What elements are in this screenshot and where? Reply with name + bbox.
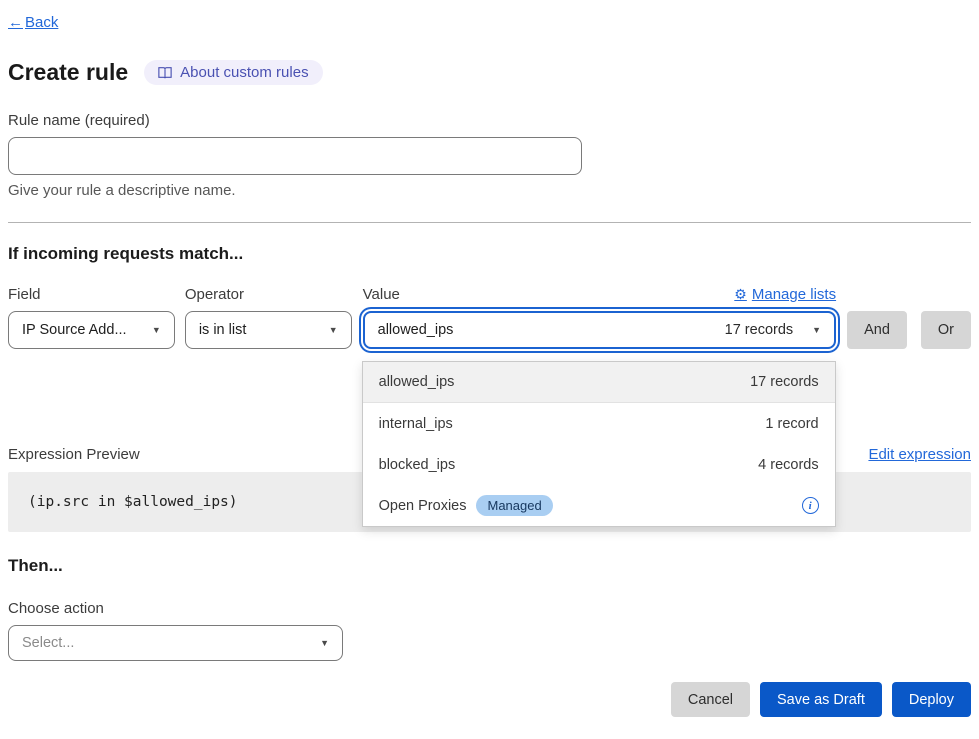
operator-select[interactable]: is in list ▼ <box>185 311 352 349</box>
expression-preview-label: Expression Preview <box>8 446 140 463</box>
action-select[interactable]: Select... ▼ <box>8 625 343 661</box>
about-badge-label: About custom rules <box>180 64 308 81</box>
field-select-value: IP Source Add... <box>22 322 127 338</box>
then-section-heading: Then... <box>8 556 971 576</box>
title-row: Create rule About custom rules <box>8 59 971 86</box>
choose-action-label: Choose action <box>8 600 971 617</box>
gear-icon: ⚙ <box>734 286 747 303</box>
page-title: Create rule <box>8 59 128 86</box>
manage-lists-link[interactable]: ⚙ Manage lists <box>734 286 836 303</box>
match-section-heading: If incoming requests match... <box>8 244 971 264</box>
manage-lists-label: Manage lists <box>752 286 836 303</box>
list-option-count: 1 record <box>765 416 818 432</box>
chevron-down-icon: ▼ <box>320 639 329 648</box>
value-select-name: allowed_ips <box>378 322 454 338</box>
list-option-open-proxies[interactable]: Open Proxies Managed i <box>363 485 835 526</box>
action-select-placeholder: Select... <box>22 635 74 651</box>
list-option-count: 17 records <box>750 374 819 390</box>
field-select[interactable]: IP Source Add... ▼ <box>8 311 175 349</box>
operator-label: Operator <box>185 286 352 303</box>
info-icon[interactable]: i <box>802 497 819 514</box>
list-option-count: 4 records <box>758 457 818 473</box>
list-dropdown-panel: allowed_ips 17 records internal_ips 1 re… <box>362 361 836 527</box>
rule-name-group: Rule name (required) Give your rule a de… <box>8 112 971 199</box>
back-row: ←Back <box>8 14 971 32</box>
save-as-draft-button[interactable]: Save as Draft <box>760 682 882 717</box>
chevron-down-icon: ▼ <box>152 326 161 335</box>
match-condition-row: Field IP Source Add... ▼ Operator is in … <box>8 286 971 349</box>
rule-name-input[interactable] <box>8 137 582 175</box>
operator-column: Operator is in list ▼ <box>185 286 352 349</box>
field-column: Field IP Source Add... ▼ <box>8 286 175 349</box>
about-custom-rules-link[interactable]: About custom rules <box>144 60 322 85</box>
chevron-down-icon: ▼ <box>812 326 821 335</box>
list-option-name: allowed_ips <box>379 374 455 390</box>
book-icon <box>158 66 172 79</box>
edit-expression-link[interactable]: Edit expression <box>868 446 971 463</box>
back-arrow-icon: ← <box>8 14 23 31</box>
value-select-right: 17 records ▼ <box>725 322 821 338</box>
value-label: Value <box>363 286 400 303</box>
create-rule-page: ←Back Create rule About custom rules Rul… <box>0 0 979 739</box>
deploy-button[interactable]: Deploy <box>892 682 971 717</box>
chevron-down-icon: ▼ <box>329 326 338 335</box>
back-label: Back <box>25 14 58 31</box>
value-select[interactable]: allowed_ips 17 records ▼ <box>363 311 836 349</box>
list-option-name: internal_ips <box>379 416 453 432</box>
footer-actions: Cancel Save as Draft Deploy <box>8 682 971 717</box>
list-option-blocked-ips[interactable]: blocked_ips 4 records <box>363 444 835 485</box>
list-option-left: Open Proxies Managed <box>379 495 553 516</box>
value-header: Value ⚙ Manage lists <box>363 286 836 303</box>
or-button[interactable]: Or <box>921 311 971 349</box>
list-option-allowed-ips[interactable]: allowed_ips 17 records <box>363 362 835 403</box>
value-column: Value ⚙ Manage lists allowed_ips 17 recor… <box>363 286 836 349</box>
list-option-name: Open Proxies <box>379 498 467 514</box>
operator-select-value: is in list <box>199 322 247 338</box>
list-option-internal-ips[interactable]: internal_ips 1 record <box>363 403 835 444</box>
back-link[interactable]: ←Back <box>8 14 58 31</box>
rule-name-helper: Give your rule a descriptive name. <box>8 182 971 199</box>
section-divider <box>8 222 971 223</box>
field-label: Field <box>8 286 175 303</box>
rule-name-label: Rule name (required) <box>8 112 971 129</box>
expression-code: (ip.src in $allowed_ips) <box>28 494 238 510</box>
list-option-name: blocked_ips <box>379 457 456 473</box>
managed-badge: Managed <box>476 495 552 516</box>
value-select-count: 17 records <box>725 322 794 338</box>
and-button[interactable]: And <box>847 311 907 349</box>
cancel-button[interactable]: Cancel <box>671 682 750 717</box>
